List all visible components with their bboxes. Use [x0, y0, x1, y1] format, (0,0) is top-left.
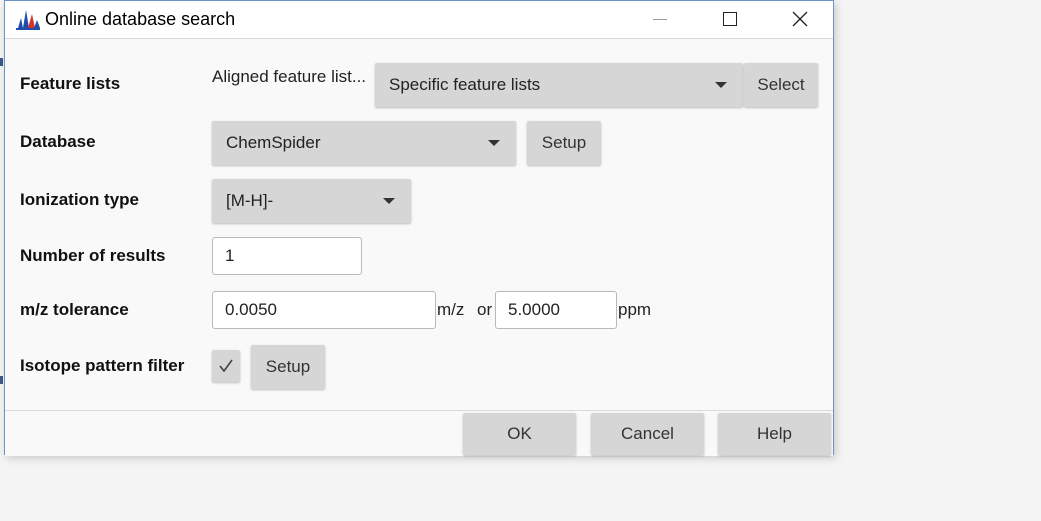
- mz-tolerance-input[interactable]: 0.0050: [212, 291, 436, 329]
- number-of-results-input[interactable]: 1: [212, 237, 362, 275]
- help-button[interactable]: Help: [718, 413, 831, 455]
- feature-lists-selected: Specific feature lists: [389, 75, 541, 94]
- chevron-down-icon: [383, 198, 395, 204]
- title-bar: Online database search: [5, 1, 833, 39]
- cancel-button[interactable]: Cancel: [591, 413, 704, 455]
- mz-tolerance-label: m/z tolerance: [20, 300, 129, 319]
- or-label: or: [477, 300, 493, 319]
- window-title: Online database search: [45, 9, 236, 29]
- ppm-tolerance-input[interactable]: 5.0000: [495, 291, 617, 329]
- isotope-pattern-filter-checkbox[interactable]: [212, 350, 240, 382]
- database-setup-button[interactable]: Setup: [527, 121, 601, 165]
- aligned-feature-list-text: Aligned feature list...: [212, 67, 367, 86]
- number-of-results-label: Number of results: [20, 246, 166, 265]
- app-spectrum-icon: [16, 10, 40, 30]
- close-button[interactable]: [765, 1, 835, 37]
- close-icon: [792, 11, 808, 27]
- database-label: Database: [20, 132, 96, 151]
- chevron-down-icon: [488, 140, 500, 146]
- maximize-icon: [723, 12, 737, 26]
- ionization-type-dropdown[interactable]: [M-H]-: [212, 179, 411, 223]
- checkmark-icon: [219, 359, 233, 373]
- button-bar: [5, 410, 833, 456]
- ionization-type-selected: [M-H]-: [226, 191, 274, 210]
- ionization-type-label: Ionization type: [20, 190, 139, 209]
- ppm-unit-label: ppm: [618, 300, 652, 319]
- background-window-edge: [0, 376, 3, 384]
- feature-lists-dropdown[interactable]: Specific feature lists: [375, 63, 743, 107]
- database-dropdown[interactable]: ChemSpider: [212, 121, 516, 165]
- select-button[interactable]: Select: [744, 63, 818, 107]
- ok-button[interactable]: OK: [463, 413, 576, 455]
- background-window-edge: [0, 58, 3, 66]
- online-database-search-dialog: Online database search Feature lists Ali…: [4, 0, 834, 456]
- isotope-setup-button[interactable]: Setup: [251, 345, 325, 389]
- database-selected: ChemSpider: [226, 133, 321, 152]
- maximize-button[interactable]: [695, 1, 765, 37]
- feature-lists-label: Feature lists: [20, 74, 121, 93]
- minimize-icon: [653, 18, 667, 20]
- mz-unit-label: m/z: [437, 300, 465, 319]
- minimize-button[interactable]: [625, 1, 695, 37]
- chevron-down-icon: [715, 82, 727, 88]
- isotope-pattern-filter-label: Isotope pattern filter: [20, 356, 185, 375]
